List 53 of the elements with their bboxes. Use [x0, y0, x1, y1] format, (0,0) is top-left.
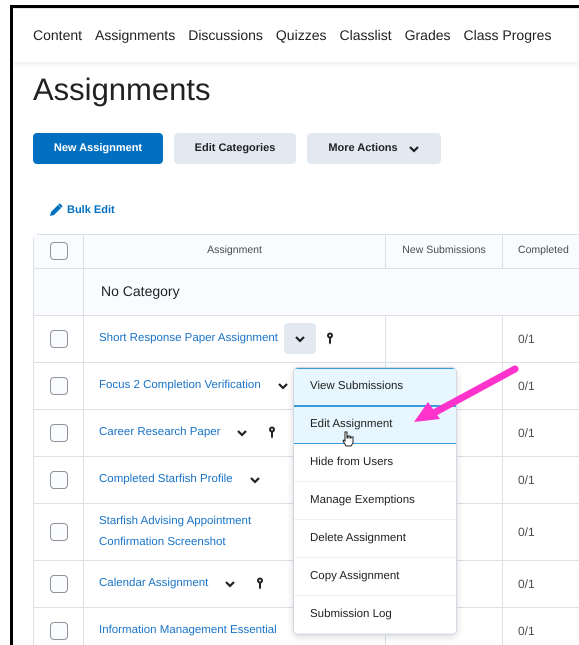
- column-header: New Submissions: [402, 243, 486, 258]
- checkbox[interactable]: [50, 522, 68, 540]
- nav-link[interactable]: Class Progres: [464, 25, 552, 46]
- nav-link[interactable]: Assignments: [95, 25, 176, 46]
- assignment-link[interactable]: Focus 2 Completion Verification: [99, 375, 261, 396]
- nav-link[interactable]: Discussions: [188, 25, 263, 46]
- chevron-down-icon: [408, 144, 420, 152]
- table-cell-text: 0/1: [518, 424, 535, 442]
- chevron-down-icon: [236, 428, 248, 436]
- checkbox[interactable]: [50, 574, 68, 592]
- menu-item[interactable]: Submission Log: [294, 596, 456, 634]
- table-cell-text: 0/1: [518, 378, 535, 394]
- new-assignment-button[interactable]: New Assignment: [33, 133, 163, 164]
- table-cell-text: 0/1: [518, 622, 535, 640]
- dropdown-button[interactable]: More Actions: [307, 133, 441, 164]
- checkbox[interactable]: [50, 622, 68, 640]
- hand-cursor-icon: [342, 431, 354, 447]
- assignment-link[interactable]: Calendar Assignment: [99, 573, 208, 594]
- chevron-down-icon: [224, 580, 236, 588]
- action-button[interactable]: Edit Categories: [174, 133, 296, 164]
- category-heading: No Category: [101, 282, 180, 301]
- options-button[interactable]: [284, 323, 316, 354]
- menu-item[interactable]: Edit Assignment: [294, 406, 456, 444]
- nav-link[interactable]: Content: [33, 25, 82, 46]
- table-cell-text: 0/1: [518, 524, 535, 540]
- nav-link[interactable]: Classlist: [339, 25, 392, 46]
- nav-link[interactable]: Grades: [404, 25, 451, 46]
- bulk-edit-link[interactable]: Bulk Edit: [67, 202, 115, 218]
- chevron-down-icon: [294, 334, 306, 342]
- checkbox[interactable]: [50, 470, 68, 488]
- column-header: Assignment: [207, 243, 262, 258]
- menu-item[interactable]: View Submissions: [294, 368, 456, 406]
- assignment-link[interactable]: Starfish Advising Appointment Confirmation Screenshot: [99, 510, 289, 552]
- menu-item[interactable]: Manage Exemptions: [294, 482, 456, 520]
- table-cell-text: 0/1: [518, 472, 535, 488]
- table-cell-text: 0/1: [518, 576, 535, 592]
- menu-item[interactable]: Copy Assignment: [294, 558, 456, 596]
- checkbox[interactable]: [50, 242, 68, 260]
- table-cell-text: 0/1: [518, 330, 535, 348]
- assignment-link[interactable]: Short Response Paper Assignment: [99, 328, 278, 349]
- chevron-down-icon: [248, 476, 261, 484]
- pencil-icon: [49, 203, 63, 218]
- checkbox[interactable]: [50, 376, 68, 394]
- page-title: Assignments: [33, 71, 212, 109]
- chevron-down-icon: [276, 382, 289, 390]
- assignment-link[interactable]: Completed Starfish Profile: [99, 469, 233, 490]
- checkbox[interactable]: [50, 424, 68, 442]
- column-header: Completed: [518, 243, 569, 258]
- nav-link[interactable]: Quizzes: [276, 25, 326, 46]
- checkbox[interactable]: [50, 330, 68, 348]
- assignment-link[interactable]: Career Research Paper: [99, 422, 220, 443]
- menu-item[interactable]: Delete Assignment: [294, 520, 456, 558]
- assignment-link[interactable]: Information Management Essential: [99, 620, 277, 641]
